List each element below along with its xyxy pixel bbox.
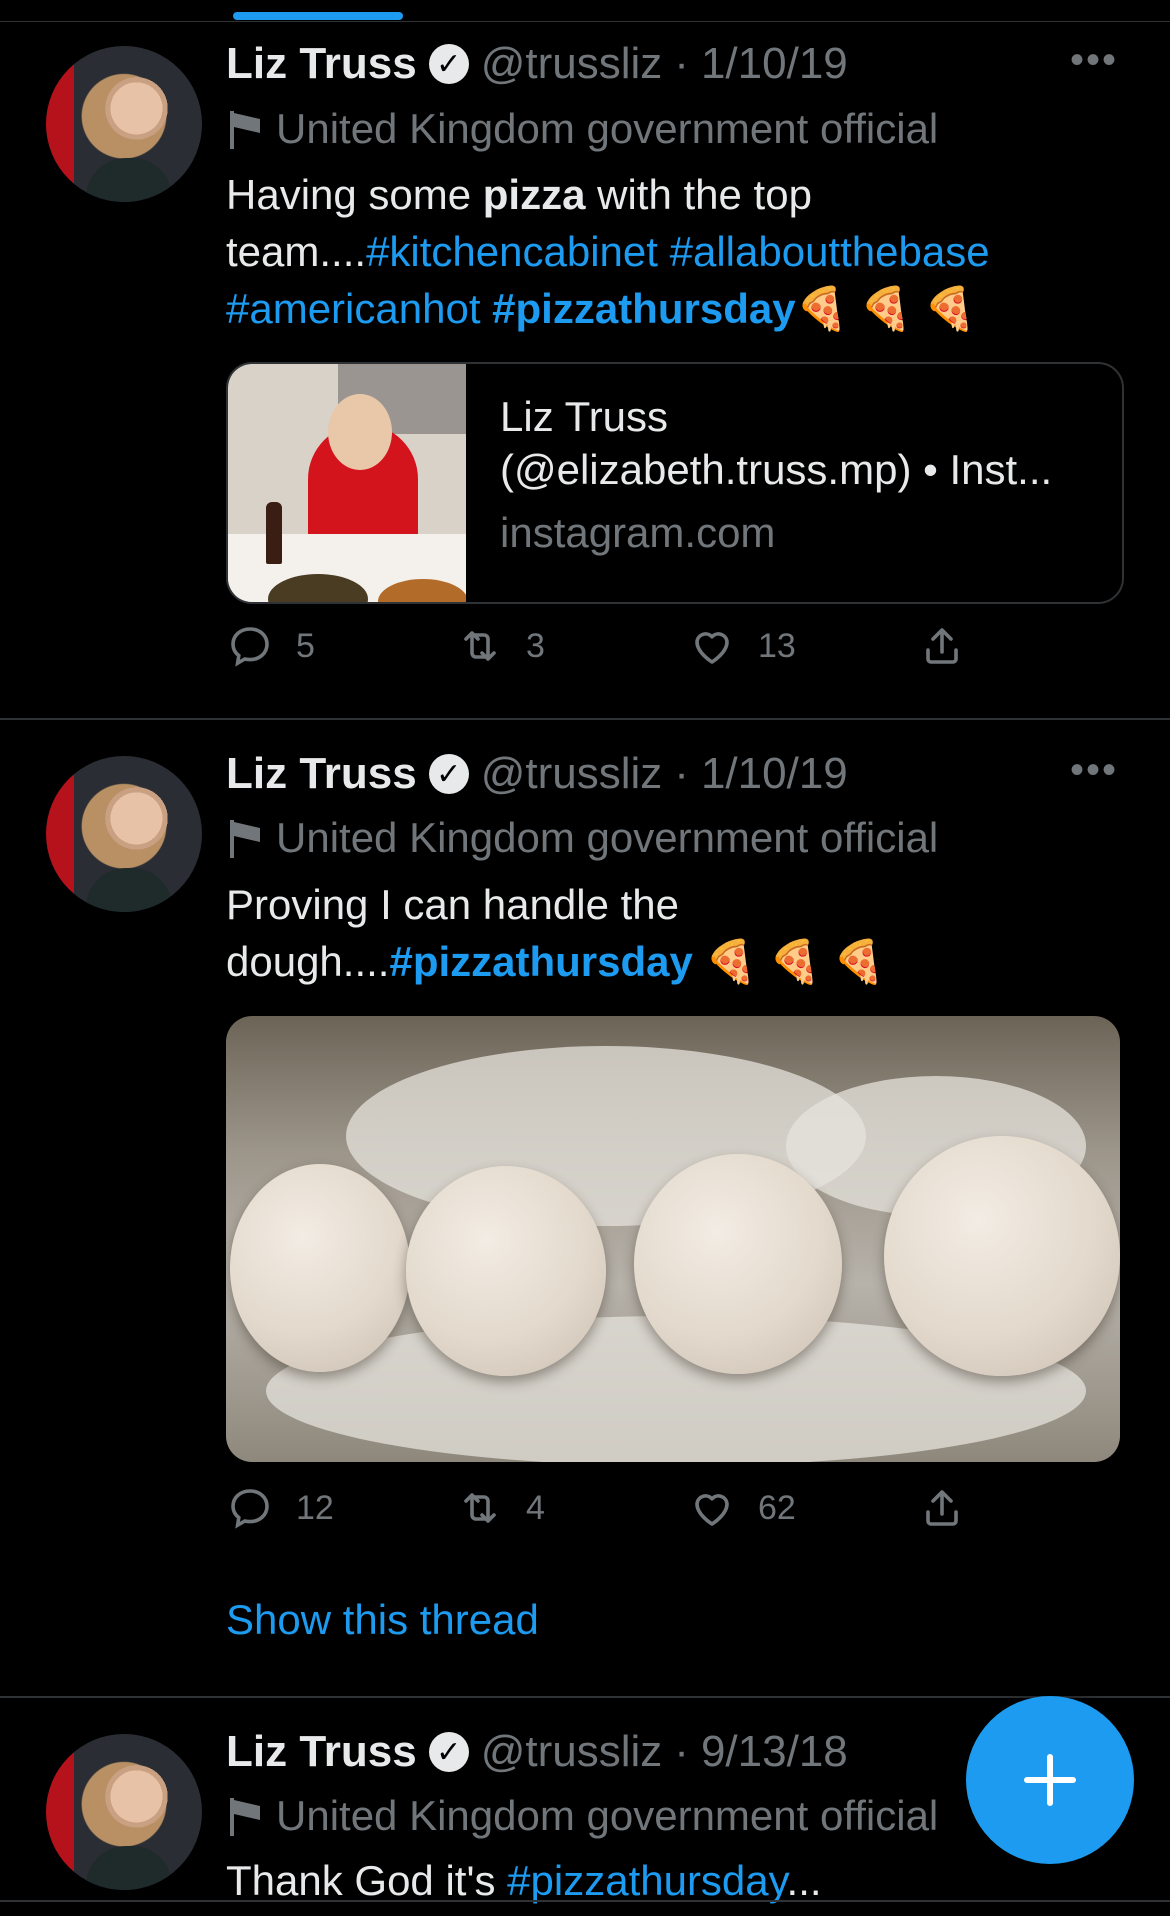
text-fragment: ... (786, 1857, 822, 1904)
link-card[interactable]: Liz Truss (@elizabeth.truss.mp) • Inst..… (226, 362, 1124, 604)
tweet-1[interactable]: Liz Truss ✓ @trussliz · 1/10/19 ••• Unit… (0, 0, 1170, 720)
author-handle[interactable]: @trussliz (481, 1727, 663, 1777)
separator: · (674, 1727, 689, 1776)
author-handle[interactable]: @trussliz (481, 39, 663, 89)
government-label[interactable]: United Kingdom government official (226, 1788, 938, 1844)
text-fragment (658, 228, 670, 275)
tweet-actions: 5 3 13 (226, 622, 1026, 682)
like-button[interactable]: 62 (688, 1484, 796, 1532)
more-icon[interactable]: ••• (1070, 748, 1118, 793)
reply-icon (231, 627, 269, 667)
card-domain: instagram.com (500, 509, 776, 556)
author-handle[interactable]: @trussliz (481, 749, 663, 799)
government-label[interactable]: United Kingdom government official (226, 101, 938, 157)
verified-badge-icon: ✓ (428, 754, 469, 794)
tweet-photo-dough-balls[interactable] (226, 1016, 1120, 1462)
bold-keyword: pizza (482, 171, 586, 218)
show-thread-link[interactable]: Show this thread (226, 1596, 539, 1644)
hashtag-link[interactable]: #americanhot (226, 285, 480, 332)
retweet-button[interactable]: 3 (456, 622, 545, 670)
reply-count: 5 (296, 626, 315, 665)
heart-icon (695, 1494, 729, 1526)
hashtag-link[interactable]: #allaboutthebase (670, 228, 990, 275)
tweet-header: Liz Truss ✓ @trussliz · 9/13/18 (226, 1724, 848, 1780)
reply-count: 12 (296, 1488, 334, 1527)
tweet-text: Having some pizza with the top team....#… (226, 166, 1106, 337)
tweet-header: Liz Truss ✓ @trussliz · 1/10/19 (226, 36, 848, 92)
more-icon[interactable]: ••• (1070, 38, 1118, 83)
tweet-date[interactable]: 1/10/19 (701, 39, 848, 89)
card-thumbnail (228, 364, 466, 602)
author-name[interactable]: Liz Truss (226, 1727, 417, 1777)
compose-button[interactable] (966, 1696, 1134, 1864)
reply-button[interactable]: 12 (226, 1484, 334, 1532)
avatar[interactable] (46, 46, 202, 202)
hashtag-link[interactable]: #kitchencabinet (366, 228, 658, 275)
avatar[interactable] (46, 1734, 202, 1890)
author-name[interactable]: Liz Truss (226, 39, 417, 89)
flag-icon (226, 109, 262, 149)
text-fragment: 🍕 🍕 🍕 (795, 285, 976, 332)
like-count: 62 (758, 1488, 796, 1527)
retweet-icon (464, 1493, 496, 1523)
card-title-line2: (@elizabeth.truss.mp) • Inst... (500, 446, 1053, 493)
share-button[interactable] (918, 1484, 966, 1532)
reply-button[interactable]: 5 (226, 622, 315, 670)
share-icon (926, 1490, 958, 1526)
tweet-actions: 12 4 62 (226, 1484, 1026, 1544)
flag-icon (226, 818, 262, 858)
verified-badge-icon: ✓ (428, 1732, 469, 1772)
tweet-header: Liz Truss ✓ @trussliz · 1/10/19 (226, 746, 848, 802)
flag-icon (226, 1796, 262, 1836)
hashtag-link[interactable]: #pizzathursday (389, 938, 692, 985)
like-count: 13 (758, 626, 796, 665)
label-text: United Kingdom government official (276, 814, 939, 861)
retweet-count: 3 (526, 626, 545, 665)
compose-plus-icon-vertical (1047, 1754, 1053, 1806)
text-fragment: Thank God it's (226, 1857, 508, 1904)
card-title: Liz Truss (@elizabeth.truss.mp) • Inst..… (500, 390, 1100, 496)
like-button[interactable]: 13 (688, 622, 796, 670)
label-text: United Kingdom government official (276, 1792, 939, 1839)
text-fragment: 🍕 🍕 🍕 (692, 938, 885, 985)
avatar[interactable] (46, 756, 202, 912)
hashtag-link[interactable]: #pizzathursday (492, 285, 795, 332)
share-button[interactable] (918, 622, 966, 670)
verified-badge-icon: ✓ (428, 44, 469, 84)
text-fragment: Having some (226, 171, 483, 218)
retweet-button[interactable]: 4 (456, 1484, 545, 1532)
tweet-text: Proving I can handle the dough....#pizza… (226, 876, 1006, 990)
bottom-edge (0, 1900, 1170, 1902)
label-text: United Kingdom government official (276, 105, 939, 152)
separator: · (674, 39, 689, 88)
tweet-date[interactable]: 1/10/19 (701, 749, 848, 799)
heart-icon (695, 632, 729, 664)
share-icon (926, 628, 958, 664)
retweet-icon (464, 631, 496, 661)
tweet-date[interactable]: 9/13/18 (701, 1727, 848, 1777)
card-body: Liz Truss (@elizabeth.truss.mp) • Inst..… (500, 390, 1100, 559)
author-name[interactable]: Liz Truss (226, 749, 417, 799)
hashtag-link[interactable]: #pizzathursday (507, 1857, 786, 1904)
retweet-count: 4 (526, 1488, 545, 1527)
separator: · (674, 749, 689, 798)
government-label[interactable]: United Kingdom government official (226, 810, 938, 866)
card-title-line1: Liz Truss (500, 393, 669, 440)
text-fragment (480, 285, 492, 332)
reply-icon (231, 1489, 269, 1529)
